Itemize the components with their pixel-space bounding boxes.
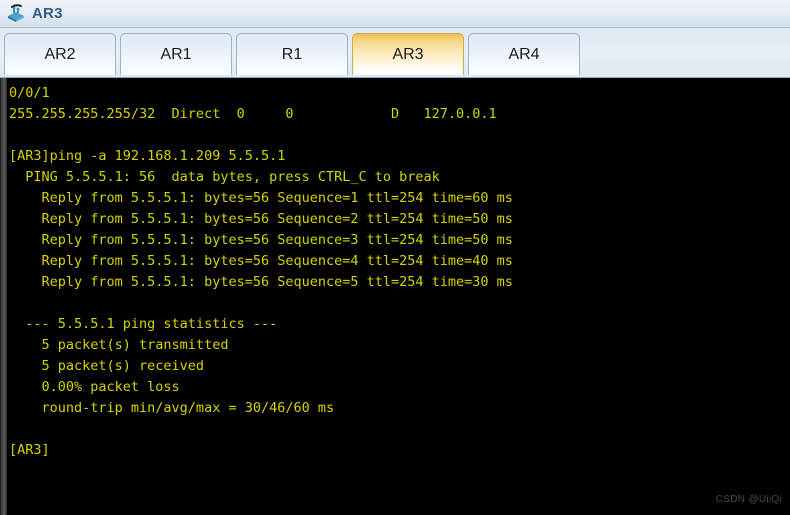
tab-ar2[interactable]: AR2 — [4, 33, 116, 75]
terminal-output: 0/0/1 255.255.255.255/32 Direct 0 0 D 127… — [9, 78, 790, 515]
terminal-line: Reply from 5.5.5.1: bytes=56 Sequence=3 … — [9, 232, 513, 248]
terminal-line: [AR3] — [9, 442, 50, 458]
router-icon — [6, 3, 26, 24]
terminal-line: Reply from 5.5.5.1: bytes=56 Sequence=4 … — [9, 253, 513, 269]
terminal-line: --- 5.5.5.1 ping statistics --- — [9, 316, 278, 332]
terminal-line: Reply from 5.5.5.1: bytes=56 Sequence=5 … — [9, 274, 513, 290]
terminal-line: 0.00% packet loss — [9, 379, 180, 395]
device-tab-bar: AR2 AR1 R1 AR3 AR4 — [0, 28, 790, 78]
terminal-line: 0/0/1 — [9, 85, 50, 101]
terminal-line: round-trip min/avg/max = 30/46/60 ms — [9, 400, 335, 416]
terminal-line: 5 packet(s) received — [9, 358, 205, 374]
watermark-label: CSDN @UiiQi — [715, 494, 782, 505]
tab-ar4[interactable]: AR4 — [468, 33, 580, 75]
terminal-line: PING 5.5.5.1: 56 data bytes, press CTRL_… — [9, 169, 440, 185]
terminal-line: [AR3]ping -a 192.168.1.209 5.5.5.1 — [9, 148, 286, 164]
tab-ar1[interactable]: AR1 — [120, 33, 232, 75]
window-title: AR3 — [32, 5, 63, 22]
tab-ar3[interactable]: AR3 — [352, 33, 464, 75]
terminal-line: Reply from 5.5.5.1: bytes=56 Sequence=1 … — [9, 190, 513, 206]
terminal-console[interactable]: 0/0/1 255.255.255.255/32 Direct 0 0 D 127… — [0, 78, 790, 515]
terminal-line: 255.255.255.255/32 Direct 0 0 D 127.0.0.… — [9, 106, 497, 122]
tab-r1[interactable]: R1 — [236, 33, 348, 75]
terminal-scrollbar[interactable] — [0, 78, 7, 515]
terminal-line: 5 packet(s) transmitted — [9, 337, 229, 353]
window-titlebar: AR3 — [0, 0, 790, 28]
terminal-line: Reply from 5.5.5.1: bytes=56 Sequence=2 … — [9, 211, 513, 227]
